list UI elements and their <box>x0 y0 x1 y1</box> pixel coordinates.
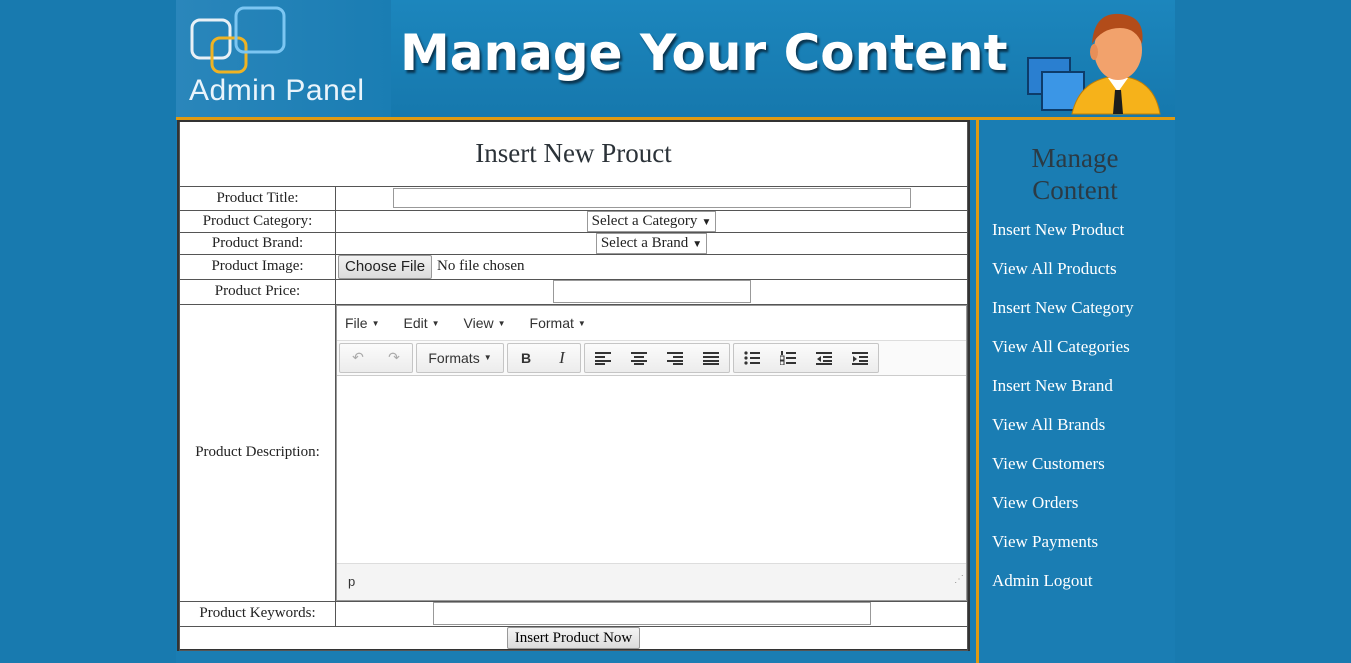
list-group <box>733 342 879 373</box>
product-category-cell: Select a Category ▼ <box>335 209 968 233</box>
menu-format-label: Format <box>529 314 574 331</box>
insert-product-form: Insert New Prouct Product Title: Product… <box>177 120 970 651</box>
bold-button[interactable]: B <box>508 344 544 372</box>
file-status-text: No file chosen <box>437 258 525 274</box>
brand-select-value: Select a Brand <box>600 234 689 251</box>
product-title-cell <box>335 185 968 211</box>
admin-avatar-icon <box>1027 13 1161 115</box>
editor-toolbar: ↶ ↷ Formats ▼ B I <box>337 340 966 376</box>
page-banner-title: Manage Your Content <box>400 24 1008 82</box>
product-price-label: Product Price: <box>179 278 336 305</box>
header-banner: Admin Panel Manage Your Content <box>176 0 1175 120</box>
product-price-cell <box>335 278 968 305</box>
caret-down-icon: ▼ <box>497 319 506 329</box>
align-left-icon[interactable] <box>585 344 621 372</box>
product-description-cell: File ▼ Edit ▼ View ▼ Format ▼ ↶ ↷ Formats ▼ <box>335 303 968 602</box>
product-category-label: Product Category: <box>179 209 336 233</box>
menu-file[interactable]: File ▼ <box>345 315 379 331</box>
formats-group: Formats ▼ <box>416 342 504 373</box>
product-brand-label: Product Brand: <box>179 231 336 255</box>
product-category-select[interactable]: Select a Category ▼ <box>586 210 717 232</box>
sidebar-item-view-orders[interactable]: View Orders <box>992 491 1175 530</box>
menu-file-label: File <box>345 314 368 331</box>
sidebar-item-admin-logout[interactable]: Admin Logout <box>992 569 1175 608</box>
redo-icon[interactable]: ↷ <box>376 344 412 372</box>
element-path: p <box>348 573 356 589</box>
align-right-icon[interactable] <box>657 344 693 372</box>
sidebar-item-view-categories[interactable]: View All Categories <box>992 335 1175 374</box>
menu-format[interactable]: Format ▼ <box>530 315 586 331</box>
align-center-icon[interactable] <box>621 344 657 372</box>
caret-down-icon: ▼ <box>483 353 492 362</box>
insert-product-button[interactable]: Insert Product Now <box>506 627 641 649</box>
history-group: ↶ ↷ <box>339 342 413 373</box>
caret-down-icon: ▼ <box>577 319 586 329</box>
caret-down-icon: ▼ <box>371 319 380 329</box>
sidebar-item-view-products[interactable]: View All Products <box>992 257 1175 296</box>
align-group <box>584 342 730 373</box>
editor-statusbar: p ⋰ <box>337 562 966 600</box>
indent-icon[interactable] <box>842 344 878 372</box>
logo-text: Admin Panel <box>189 74 365 107</box>
sidebar-item-view-brands[interactable]: View All Brands <box>992 413 1175 452</box>
caret-down-icon: ▼ <box>431 319 440 329</box>
product-keywords-label: Product Keywords: <box>179 600 336 627</box>
menu-view-label: View <box>463 314 494 331</box>
resize-handle-icon[interactable]: ⋰ <box>954 562 964 598</box>
logo: Admin Panel <box>176 0 391 117</box>
category-select-value: Select a Category <box>591 212 698 229</box>
chevron-down-icon: ▼ <box>701 216 712 228</box>
product-image-label: Product Image: <box>179 253 336 280</box>
sidebar-item-insert-product[interactable]: Insert New Product <box>992 218 1175 257</box>
product-keywords-input[interactable] <box>432 602 871 625</box>
product-title-input[interactable] <box>392 188 911 208</box>
logo-squares-icon <box>190 6 286 74</box>
choose-file-button[interactable]: Choose File <box>338 254 433 279</box>
sidebar-item-view-customers[interactable]: View Customers <box>992 452 1175 491</box>
sidebar-item-view-payments[interactable]: View Payments <box>992 530 1175 569</box>
product-image-cell: Choose File No file chosen <box>335 253 968 280</box>
sidebar-nav: Insert New Product View All Products Ins… <box>979 218 1175 608</box>
editor-content-area[interactable] <box>337 376 966 562</box>
rich-text-editor: File ▼ Edit ▼ View ▼ Format ▼ ↶ ↷ Formats ▼ <box>336 304 967 601</box>
page-wrapper: Admin Panel Manage Your Content Insert N… <box>176 0 1175 663</box>
menu-view[interactable]: View ▼ <box>464 315 506 331</box>
product-brand-select[interactable]: Select a Brand ▼ <box>595 232 708 254</box>
numbered-list-icon[interactable] <box>770 344 806 372</box>
align-justify-icon[interactable] <box>693 344 729 372</box>
style-group: B I <box>507 342 581 373</box>
formats-label: Formats <box>428 349 480 366</box>
product-price-input[interactable] <box>552 280 751 303</box>
chevron-down-icon: ▼ <box>692 238 703 250</box>
formats-dropdown[interactable]: Formats ▼ <box>417 344 503 372</box>
menu-edit-label: Edit <box>403 314 428 331</box>
sidebar-item-insert-brand[interactable]: Insert New Brand <box>992 374 1175 413</box>
editor-menubar: File ▼ Edit ▼ View ▼ Format ▼ <box>337 306 966 341</box>
italic-button[interactable]: I <box>544 344 580 372</box>
sidebar: Manage Content Insert New Product View A… <box>976 120 1175 663</box>
submit-cell: Insert Product Now <box>179 625 968 651</box>
outdent-icon[interactable] <box>806 344 842 372</box>
menu-edit[interactable]: Edit ▼ <box>403 315 439 331</box>
sidebar-title: Manage Content <box>1031 143 1119 205</box>
product-brand-cell: Select a Brand ▼ <box>335 231 968 255</box>
product-description-label: Product Description: <box>179 303 336 602</box>
bullet-list-icon[interactable] <box>734 344 770 372</box>
sidebar-item-insert-category[interactable]: Insert New Category <box>992 296 1175 335</box>
product-keywords-cell <box>335 600 968 627</box>
undo-icon[interactable]: ↶ <box>340 344 376 372</box>
form-heading: Insert New Prouct <box>179 122 968 187</box>
product-title-label: Product Title: <box>179 185 336 211</box>
